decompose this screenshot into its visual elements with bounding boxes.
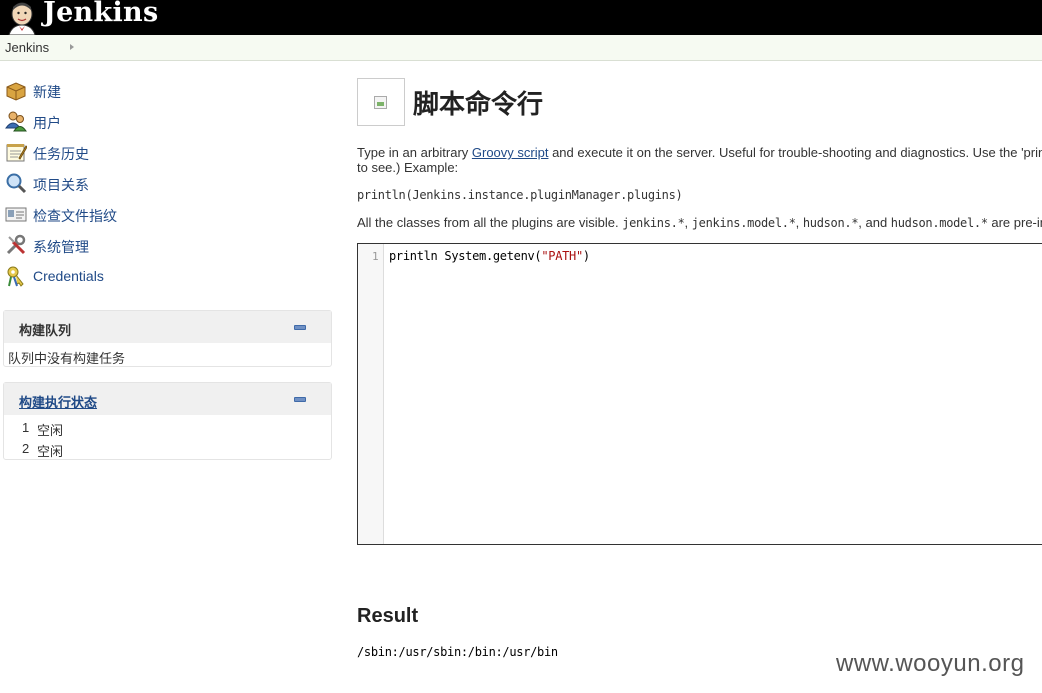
tools-icon (6, 234, 26, 255)
task-label-new: 新建 (33, 84, 61, 100)
build-queue-header: 构建队列 (4, 311, 331, 343)
watermark: www.wooyun.org (836, 650, 1025, 677)
code-text: println System.getenv( (389, 249, 542, 263)
classes-suffix: are pre-impo (991, 215, 1042, 230)
executor-status-title[interactable]: 构建执行状态 (19, 392, 97, 411)
breadcrumb-chevron-icon[interactable] (70, 44, 74, 50)
script-editor[interactable]: 1 println System.getenv("PATH") (357, 243, 1042, 545)
build-queue-pane: 构建队列 队列中没有构建任务 (3, 310, 332, 367)
build-queue-title: 构建队列 (19, 323, 72, 338)
executor-row-status: 空闲 (37, 423, 64, 438)
broken-image-icon (374, 96, 387, 109)
groovy-script-link[interactable]: Groovy script (472, 145, 549, 160)
line-number-gutter: 1 (358, 244, 384, 544)
line-number: 1 (372, 250, 379, 263)
result-output: /sbin:/usr/sbin:/bin:/usr/bin (357, 645, 558, 659)
task-label-relationship: 项目关系 (33, 177, 89, 193)
code-line[interactable]: println System.getenv("PATH") (389, 249, 590, 263)
collapse-icon[interactable] (294, 397, 306, 402)
script-console-image (357, 78, 405, 126)
package-name: hudson.model.* (890, 216, 988, 230)
collapse-icon[interactable] (294, 325, 306, 330)
new-package-icon (6, 82, 26, 101)
task-label-credentials: Credentials (33, 268, 104, 284)
jenkins-butler-icon[interactable] (4, 1, 40, 35)
page-title: 脚本命令行 (413, 89, 544, 119)
code-text: ) (582, 249, 590, 263)
example-code: println(Jenkins.instance.pluginManager.p… (357, 188, 683, 202)
task-label-history: 任务历史 (33, 146, 89, 162)
intro-text: Type in an arbitrary Groovy script and e… (357, 145, 1042, 160)
intro-suffix: and execute it on the server. Useful for… (548, 145, 1042, 160)
task-label-fingerprint: 检查文件指纹 (33, 208, 117, 224)
task-label-users: 用户 (33, 115, 61, 131)
jenkins-logo-text[interactable]: Jenkins (43, 0, 158, 28)
executor-row-number: 2 (22, 441, 30, 456)
package-name: jenkins.model.* (691, 216, 796, 230)
separator: , (795, 215, 803, 230)
fingerprint-card-icon (5, 207, 27, 222)
executor-row-number: 1 (22, 420, 30, 435)
intro-text-line2: to see.) Example: (357, 160, 459, 175)
separator: , (684, 215, 692, 230)
package-name: hudson.* (802, 216, 859, 230)
classes-text: All the classes from all the plugins are… (357, 215, 1042, 230)
users-icon (5, 111, 27, 132)
executor-status-header: 构建执行状态 (4, 383, 331, 415)
executor-row-status: 空闲 (37, 444, 64, 459)
keys-icon (7, 266, 24, 287)
code-string: "PATH" (541, 249, 583, 263)
magnifier-icon (6, 173, 27, 194)
header-bar: Jenkins (0, 0, 1042, 35)
breadcrumb: Jenkins (0, 35, 1042, 61)
package-name: jenkins.* (622, 216, 685, 230)
build-queue-empty-text: 队列中没有构建任务 (8, 351, 126, 366)
task-label-manage: 系统管理 (33, 239, 89, 255)
result-heading: Result (357, 605, 419, 627)
classes-prefix: All the classes from all the plugins are… (357, 215, 623, 230)
separator: , and (858, 215, 891, 230)
executor-status-pane: 构建执行状态 1 空闲 2 空闲 (3, 382, 332, 460)
breadcrumb-jenkins[interactable]: Jenkins (5, 40, 49, 55)
intro-prefix: Type in an arbitrary (357, 145, 472, 160)
notepad-icon (6, 144, 27, 162)
